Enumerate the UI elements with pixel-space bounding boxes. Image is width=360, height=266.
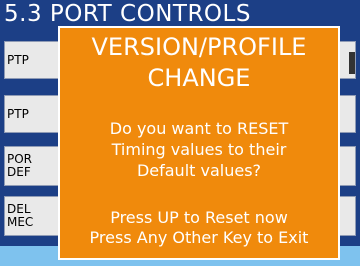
dialog-message: Do you want to RESET Timing values to th… [109, 119, 289, 180]
version-profile-change-dialog[interactable]: VERSION/PROFILE CHANGE Do you want to RE… [58, 26, 340, 260]
value-indicator [349, 52, 355, 74]
dialog-title: VERSION/PROFILE CHANGE [91, 33, 307, 92]
dialog-instruction-reset: Press UP to Reset now [110, 208, 288, 227]
screen-title: 5.3 PORT CONTROLS [4, 1, 251, 27]
dialog-instruction-exit: Press Any Other Key to Exit [89, 228, 309, 247]
